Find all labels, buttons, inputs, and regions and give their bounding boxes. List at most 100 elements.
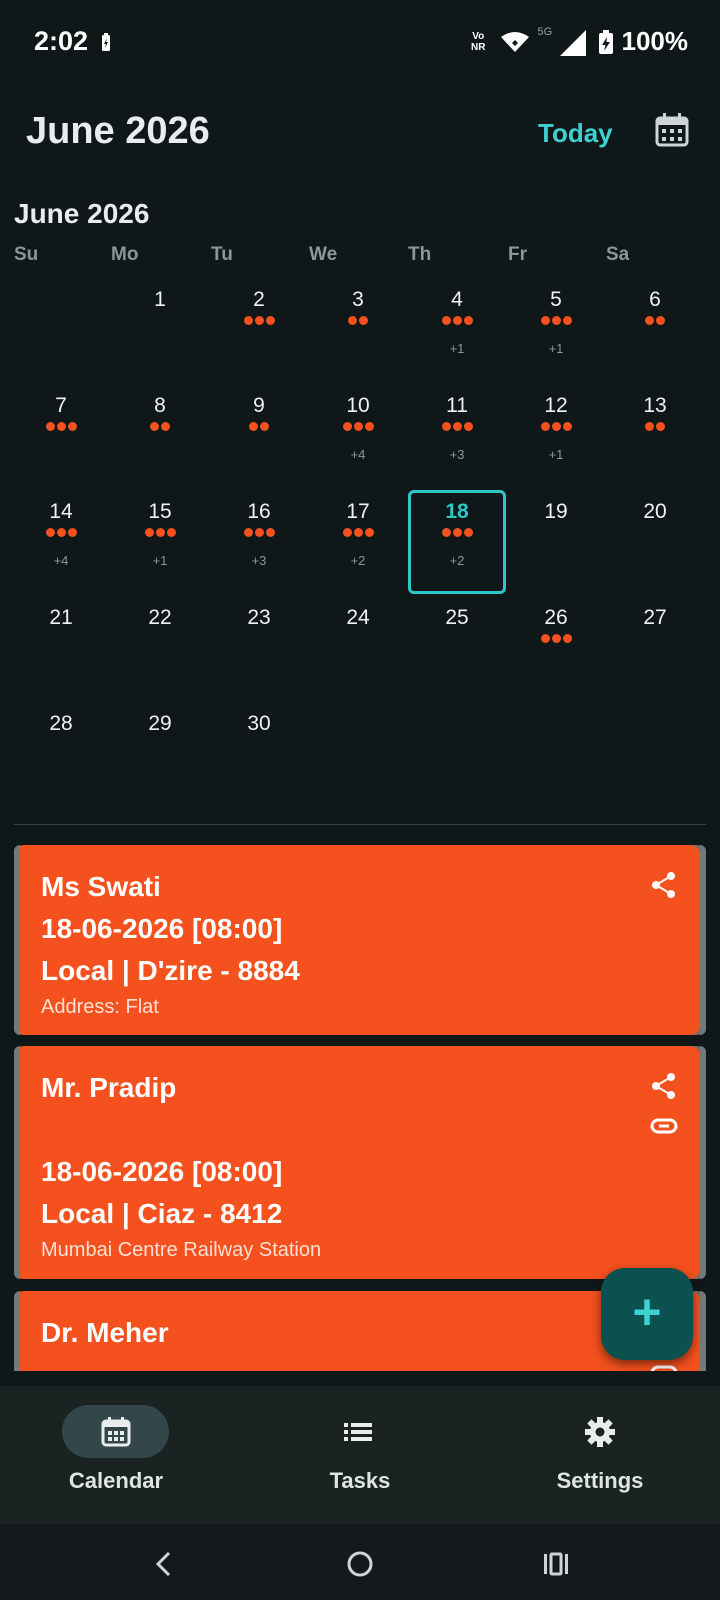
link-icon[interactable] [650,1359,678,1371]
share-icon[interactable] [650,871,678,899]
day-number: 27 [643,606,667,629]
event-dot [540,634,550,643]
calendar-day[interactable]: 22 [111,596,209,700]
event-datetime: 18-06-2026 [08:00] [41,1156,283,1187]
event-dot [342,422,352,431]
calendar-day[interactable]: 27 [606,596,704,700]
event-dot [56,528,66,537]
calendar-day[interactable]: 19 [507,490,605,594]
event-dot [45,528,55,537]
calendar-day[interactable]: 13 [606,384,704,488]
calendar-day[interactable]: 16 +3 [210,490,308,594]
more-events-count: +1 [548,341,564,356]
recents-icon[interactable] [536,1544,576,1584]
today-button[interactable]: Today [538,118,613,149]
day-number: 28 [49,712,73,735]
back-icon[interactable] [144,1544,184,1584]
calendar-day[interactable]: 4 +1 [408,278,506,382]
nav-tasks[interactable]: Tasks [240,1386,480,1524]
event-dots [507,316,605,325]
event-dot [656,422,665,431]
calendar-day[interactable]: 2 [210,278,308,382]
event-dot [562,316,572,325]
event-dot [260,422,269,431]
calendar-day[interactable]: 10 +4 [309,384,407,488]
event-vehicle: Local | Ciaz - 8412 [41,1198,283,1229]
event-dot [155,528,165,537]
weekday-label: Fr [508,244,527,265]
event-dot [540,316,550,325]
day-number: 8 [154,394,166,417]
calendar-day[interactable]: 8 [111,384,209,488]
event-dot [56,422,66,431]
calendar-day[interactable]: 26 [507,596,605,700]
calendar-day[interactable]: 30 [210,702,308,806]
day-number: 10 [346,394,370,417]
event-dot [348,316,357,325]
calendar-day[interactable]: 11 +3 [408,384,506,488]
calendar-day[interactable]: 29 [111,702,209,806]
calendar-day[interactable]: 20 [606,490,704,594]
event-dot [353,422,363,431]
calendar-day[interactable]: 9 [210,384,308,488]
event-dot [144,528,154,537]
weekday-label: Tu [211,244,233,265]
event-dot [359,316,368,325]
more-events-count: +2 [350,553,366,568]
page-title: June 2026 [26,110,210,152]
event-card[interactable]: Mr. Pradip 18-06-2026 [08:00] Local | Ci… [14,1046,706,1279]
nav-calendar[interactable]: Calendar [0,1386,240,1524]
calendar-picker-icon[interactable] [654,112,690,148]
event-address: Mumbai Centre Railway Station [41,1239,322,1261]
calendar-day[interactable]: 14 +4 [12,490,110,594]
add-event-button[interactable]: + [601,1268,693,1360]
event-datetime: 18-06-2026 [08:00] [41,913,283,944]
day-number: 20 [643,500,667,523]
wifi-icon [500,31,529,52]
event-dot [645,316,654,325]
day-number: 6 [649,288,661,311]
calendar-day[interactable]: 1 [111,278,209,382]
calendar-day[interactable]: 3 [309,278,407,382]
link-icon[interactable] [650,1112,678,1140]
calendar-day[interactable]: 12 +1 [507,384,605,488]
event-dot [265,528,275,537]
divider [14,824,706,825]
day-number: 17 [346,500,370,523]
day-number: 30 [247,712,271,735]
calendar-day[interactable]: 28 [12,702,110,806]
event-dot [166,528,176,537]
weekday-label: Su [14,244,39,265]
calendar-day[interactable]: 15 +1 [111,490,209,594]
share-icon[interactable] [650,1072,678,1100]
calendar-day[interactable]: 24 [309,596,407,700]
event-dot [441,422,451,431]
home-icon[interactable] [340,1544,380,1584]
event-dots [111,528,209,537]
weekday-header: Su Mo Tu We Th Fr Sa [0,244,720,274]
event-card[interactable]: Ms Swati 18-06-2026 [08:00] Local | D'zi… [14,845,706,1035]
event-dot [265,316,275,325]
calendar-day[interactable]: 21 [12,596,110,700]
calendar-day[interactable]: 5 +1 [507,278,605,382]
event-dot [452,316,462,325]
event-dot [540,422,550,431]
calendar-day[interactable]: 17 +2 [309,490,407,594]
event-dot [656,316,665,325]
day-number: 22 [148,606,172,629]
nav-label: Settings [556,1468,644,1493]
nav-settings[interactable]: Settings [480,1386,720,1524]
calendar-day[interactable]: 7 [12,384,110,488]
calendar-day[interactable]: 23 [210,596,308,700]
calendar-day-selected[interactable]: 18 +2 [408,490,506,594]
day-number: 13 [643,394,667,417]
event-dots [408,422,506,431]
calendar-day[interactable]: 6 [606,278,704,382]
event-dots [12,528,110,537]
event-dot [254,528,264,537]
nav-label: Tasks [329,1468,391,1493]
event-dots [408,316,506,325]
event-name: Mr. Pradip [41,1072,177,1103]
event-name: Dr. Meher [41,1317,169,1348]
calendar-day[interactable]: 25 [408,596,506,700]
